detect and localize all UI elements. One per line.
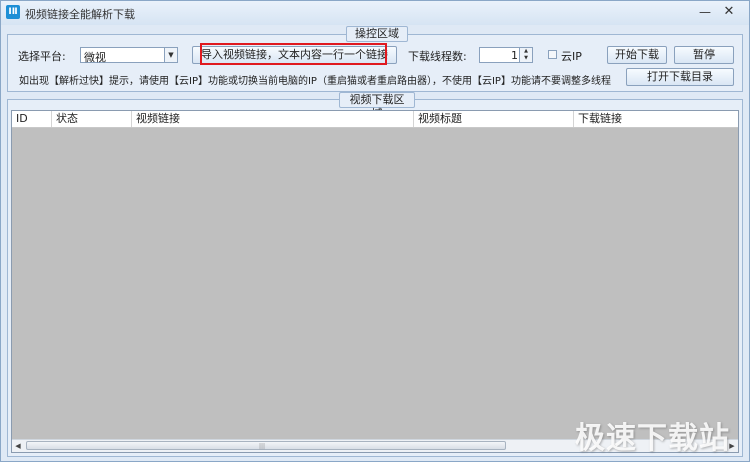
cloud-ip-checkbox[interactable] — [548, 50, 557, 59]
platform-value: 微视 — [84, 51, 106, 64]
app-icon: ⅠⅡ — [6, 5, 20, 19]
start-download-button[interactable]: 开始下载 — [607, 46, 667, 64]
open-download-dir-button[interactable]: 打开下载目录 — [626, 68, 734, 86]
stepper-down-icon[interactable]: ▼ — [520, 55, 532, 62]
platform-label: 选择平台: — [18, 50, 66, 63]
platform-select[interactable]: 微视 ▼ — [80, 47, 178, 64]
scroll-left-icon[interactable]: ◀ — [12, 440, 24, 452]
grip-icon: ||| — [259, 443, 266, 450]
chevron-down-icon[interactable]: ▼ — [164, 48, 177, 62]
cloud-ip-label: 云IP — [561, 50, 582, 63]
control-panel-legend: 操控区域 — [346, 26, 408, 42]
import-links-button[interactable]: 导入视频链接，文本内容一行一个链接 — [192, 46, 397, 64]
download-list[interactable]: ID 状态 视频链接 视频标题 下载链接 ◀ ||| ▶ — [11, 110, 739, 453]
column-header-id[interactable]: ID — [12, 111, 52, 127]
threads-label: 下载线程数: — [408, 50, 467, 63]
minimize-icon[interactable]: — — [697, 4, 713, 20]
window-title: 视频链接全能解析下载 — [25, 8, 135, 21]
threads-value: 1 — [511, 49, 518, 62]
pause-button[interactable]: 暂停 — [674, 46, 734, 64]
column-header-video-url[interactable]: 视频链接 — [132, 111, 414, 127]
stepper-up-icon[interactable]: ▲ — [520, 48, 532, 55]
watermark-logo: 极速下载站 — [575, 421, 730, 456]
app-window: ⅠⅡ 视频链接全能解析下载 — ✕ 操控区域 选择平台: 微视 ▼ 导入视频链接… — [0, 0, 750, 462]
scroll-thumb[interactable]: ||| — [26, 441, 506, 450]
stepper-buttons: ▲ ▼ — [519, 48, 532, 62]
column-header-video-title[interactable]: 视频标题 — [414, 111, 574, 127]
threads-stepper[interactable]: 1 ▲ ▼ — [479, 47, 533, 63]
hint-text: 如出现【解析过快】提示，请使用【云IP】功能或切换当前电脑的IP（重启猫或者重启… — [19, 76, 611, 87]
close-icon[interactable]: ✕ — [721, 4, 737, 20]
column-header-status[interactable]: 状态 — [52, 111, 132, 127]
column-header-download-url[interactable]: 下载链接 — [574, 111, 738, 127]
download-panel-legend: 视频下载区域 — [339, 92, 415, 120]
list-header: ID 状态 视频链接 视频标题 下载链接 — [12, 111, 738, 128]
title-bar[interactable]: ⅠⅡ 视频链接全能解析下载 — ✕ — [1, 1, 749, 25]
